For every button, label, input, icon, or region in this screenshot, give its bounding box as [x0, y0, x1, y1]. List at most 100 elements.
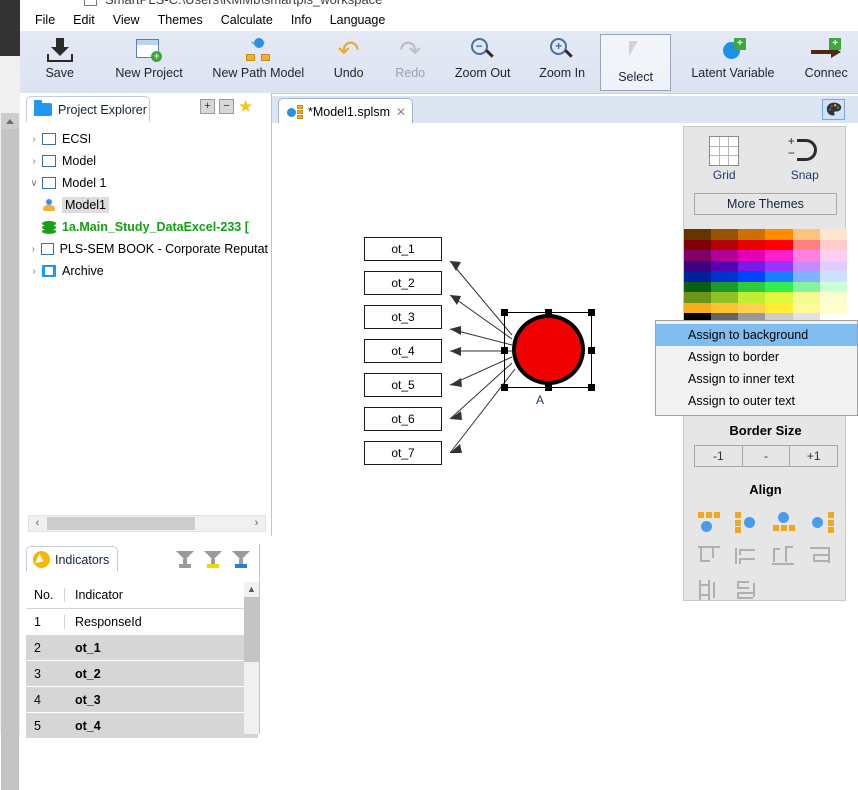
indicators-vertical-scrollbar[interactable]: ▲: [244, 582, 259, 734]
toolbar-zoom-out-button[interactable]: − Zoom Out: [441, 31, 524, 91]
scroll-up-arrow[interactable]: ▲: [244, 582, 259, 597]
indicator-box-ot6[interactable]: ot_6: [364, 407, 442, 431]
expand-all-icon[interactable]: +: [200, 99, 215, 114]
color-swatch[interactable]: [738, 229, 766, 240]
color-swatch[interactable]: [738, 260, 766, 271]
resize-handle-nw[interactable]: [501, 309, 508, 316]
color-swatch[interactable]: [792, 250, 820, 261]
chevron-down-icon[interactable]: ∨: [26, 178, 42, 189]
filter-yellow-icon[interactable]: [204, 550, 222, 570]
color-swatch[interactable]: [684, 281, 712, 292]
border-size-reset-button[interactable]: -: [741, 445, 791, 467]
scrollbar-thumb[interactable]: [1, 129, 19, 790]
tree-item-model-1[interactable]: ∨ Model 1: [26, 172, 268, 194]
resize-handle-s[interactable]: [545, 384, 552, 391]
color-swatch[interactable]: [819, 302, 847, 313]
color-swatch[interactable]: [819, 271, 847, 282]
table-row[interactable]: 3 ot_2: [26, 661, 258, 687]
close-icon[interactable]: ✕: [396, 105, 406, 119]
resize-handle-n[interactable]: [545, 309, 552, 316]
editor-tab-model1[interactable]: *Model1.splsm ✕: [278, 98, 413, 124]
color-swatch[interactable]: [819, 260, 847, 271]
color-swatch[interactable]: [765, 302, 793, 313]
chevron-right-icon[interactable]: ›: [26, 266, 42, 277]
toolbar-redo-button[interactable]: ↷ Redo: [379, 31, 441, 91]
indicator-box-ot3[interactable]: ot_3: [364, 305, 442, 329]
color-swatch[interactable]: [765, 292, 793, 303]
chevron-right-icon[interactable]: ›: [26, 244, 41, 255]
collapse-all-icon[interactable]: −: [219, 99, 234, 114]
scroll-up-arrow[interactable]: [1, 113, 19, 129]
indicator-box-ot2[interactable]: ot_2: [364, 271, 442, 295]
color-swatch-grid[interactable]: [684, 229, 847, 324]
tree-item-model[interactable]: › Model: [26, 150, 268, 172]
table-row[interactable]: 2 ot_1: [26, 635, 258, 661]
context-menu-item-assign-border[interactable]: Assign to border: [656, 346, 857, 368]
color-swatch[interactable]: [684, 239, 712, 250]
color-swatch[interactable]: [711, 302, 739, 313]
table-row[interactable]: 4 ot_3: [26, 687, 258, 713]
align-right-icon[interactable]: [803, 505, 841, 539]
context-menu-item-assign-outer-text[interactable]: Assign to outer text: [656, 390, 857, 412]
filter-icon[interactable]: [176, 550, 194, 570]
context-menu-item-assign-inner-text[interactable]: Assign to inner text: [656, 368, 857, 390]
color-swatch[interactable]: [819, 281, 847, 292]
menu-language[interactable]: Language: [321, 11, 395, 29]
table-row[interactable]: 5 ot_4: [26, 713, 258, 739]
color-swatch[interactable]: [684, 271, 712, 282]
filter-blue-icon[interactable]: [232, 550, 250, 570]
align-middle-icon[interactable]: [728, 539, 766, 573]
border-size-increase-button[interactable]: +1: [789, 445, 839, 467]
indicator-box-ot4[interactable]: ot_4: [364, 339, 442, 363]
menu-calculate[interactable]: Calculate: [212, 11, 282, 29]
toolbar-save-button[interactable]: Save: [20, 31, 99, 91]
tree-item-plssem-book[interactable]: › PLS-SEM BOOK - Corporate Reputat: [26, 238, 268, 260]
scroll-left-arrow[interactable]: ‹: [29, 516, 46, 531]
tree-item-ecsi[interactable]: › ECSI: [26, 128, 268, 150]
color-swatch[interactable]: [765, 239, 793, 250]
grid-toggle-button[interactable]: Grid: [692, 136, 756, 182]
palette-icon[interactable]: [822, 99, 845, 120]
app-vertical-scrollbar[interactable]: [0, 56, 20, 790]
color-swatch[interactable]: [711, 281, 739, 292]
color-swatch[interactable]: [792, 292, 820, 303]
toolbar-new-path-model-button[interactable]: New Path Model: [199, 31, 318, 91]
more-themes-button[interactable]: More Themes: [694, 193, 837, 215]
indicator-box-ot5[interactable]: ot_5: [364, 373, 442, 397]
tree-item-archive[interactable]: › Archive: [26, 260, 268, 282]
color-swatch[interactable]: [738, 281, 766, 292]
color-swatch[interactable]: [684, 229, 712, 240]
color-swatch[interactable]: [684, 292, 712, 303]
toolbar-connect-button[interactable]: + Connec: [794, 31, 858, 91]
color-swatch[interactable]: [684, 250, 712, 261]
resize-handle-ne[interactable]: [588, 309, 595, 316]
resize-handle-sw[interactable]: [501, 384, 508, 391]
color-swatch[interactable]: [792, 281, 820, 292]
align-center-horizontal-icon[interactable]: [690, 539, 728, 573]
color-swatch[interactable]: [765, 229, 793, 240]
color-swatch[interactable]: [765, 281, 793, 292]
border-size-decrease-button[interactable]: -1: [694, 445, 743, 467]
color-swatch[interactable]: [792, 302, 820, 313]
menu-info[interactable]: Info: [282, 11, 321, 29]
align-distribute-icon[interactable]: [803, 539, 841, 573]
color-swatch[interactable]: [738, 239, 766, 250]
indicators-tab[interactable]: Indicators: [26, 546, 118, 572]
indicator-box-ot7[interactable]: ot_7: [364, 441, 442, 465]
color-swatch[interactable]: [738, 292, 766, 303]
distribute-vertical-icon[interactable]: [728, 573, 766, 607]
menu-file[interactable]: File: [26, 11, 64, 29]
color-swatch[interactable]: [711, 250, 739, 261]
align-left-icon[interactable]: [728, 505, 766, 539]
color-swatch[interactable]: [819, 229, 847, 240]
scrollbar-thumb[interactable]: [47, 517, 195, 530]
color-swatch[interactable]: [711, 239, 739, 250]
color-swatch[interactable]: [765, 260, 793, 271]
tree-item-model1-file[interactable]: Model1: [26, 194, 268, 216]
toolbar-undo-button[interactable]: ↶ Undo: [318, 31, 380, 91]
menu-themes[interactable]: Themes: [149, 11, 212, 29]
resize-handle-se[interactable]: [588, 384, 595, 391]
color-swatch[interactable]: [765, 271, 793, 282]
color-swatch[interactable]: [792, 229, 820, 240]
color-swatch[interactable]: [819, 239, 847, 250]
